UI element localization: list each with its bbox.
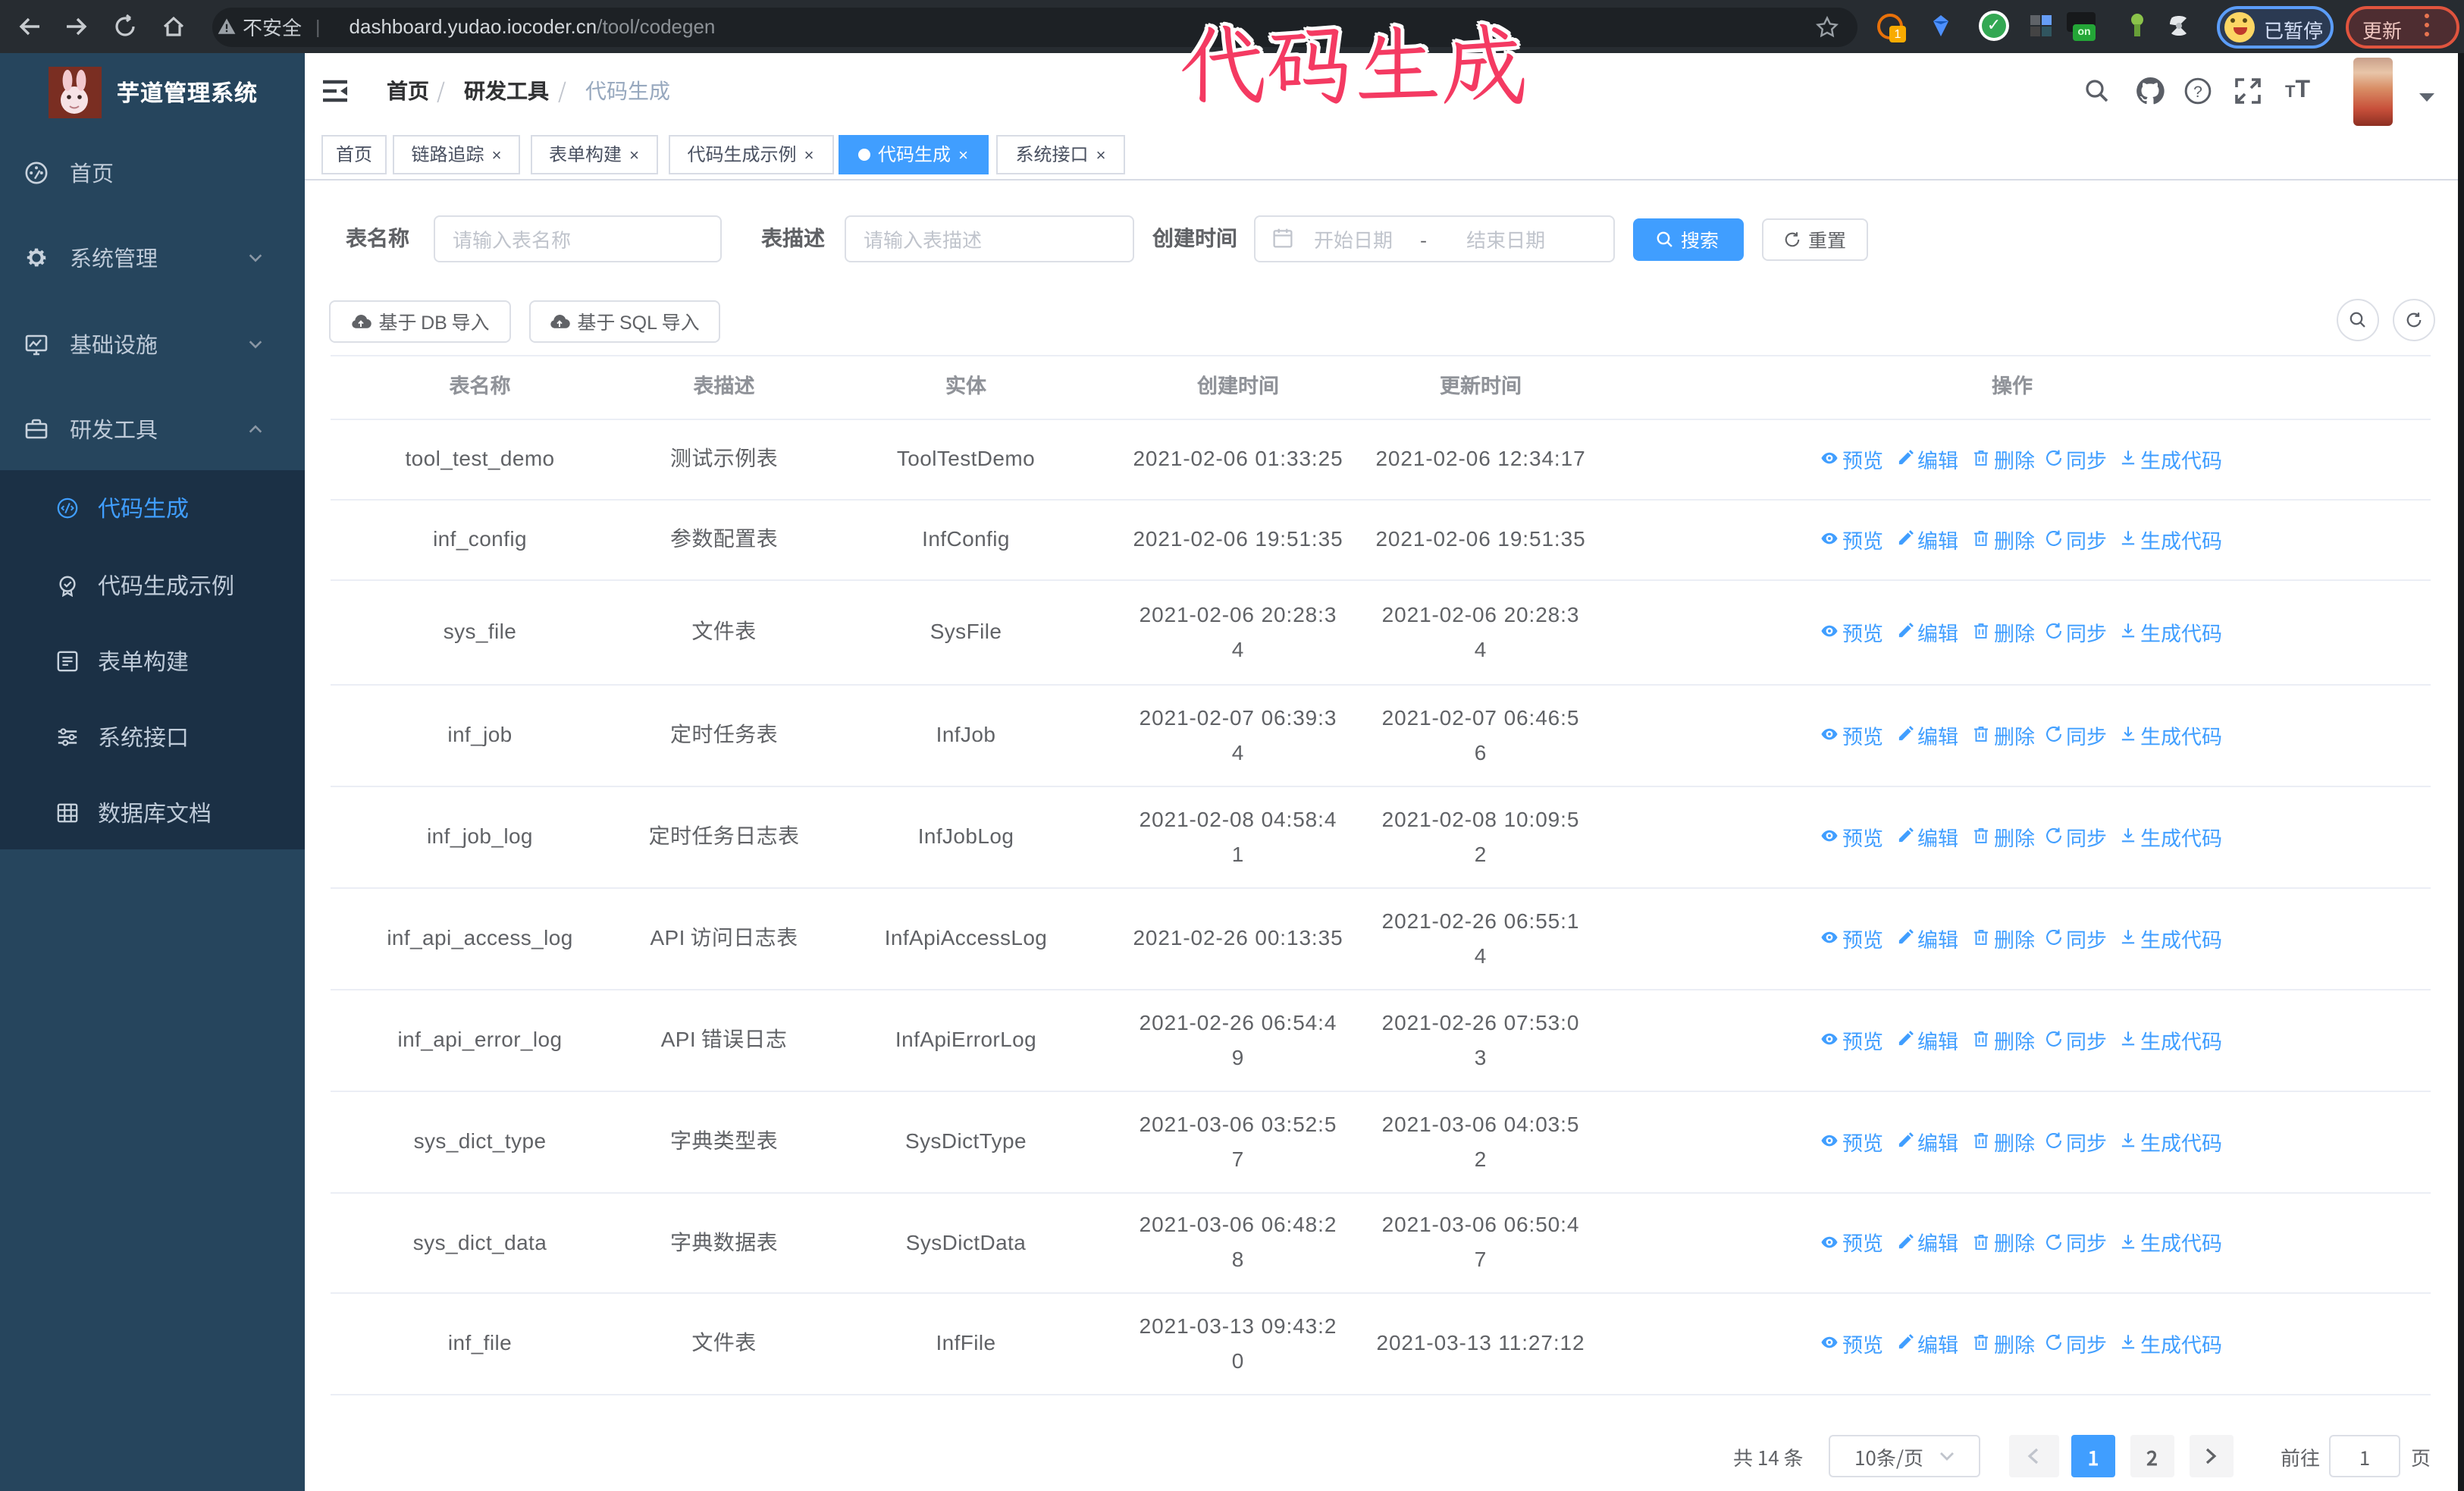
svg-text:?: ? bbox=[2193, 83, 2202, 101]
